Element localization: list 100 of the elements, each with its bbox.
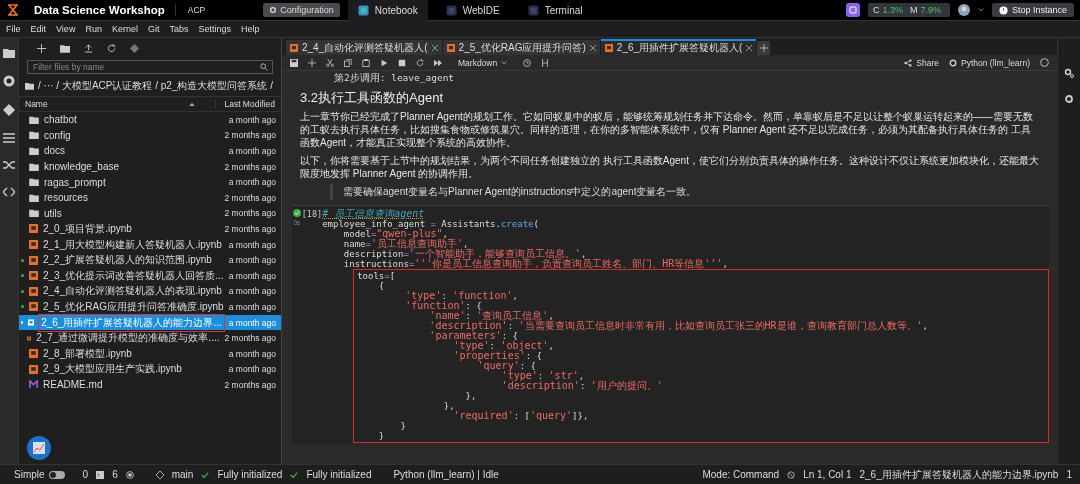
modified-time: a month ago — [228, 286, 276, 297]
code-line: 'type': 'object', — [453, 340, 555, 351]
cursor-position[interactable]: Ln 1, Col 1 — [803, 469, 852, 480]
file-row[interactable]: 2_3_优化提示词改善答疑机器人回答质... a month ago — [19, 267, 281, 284]
chart-button[interactable] — [27, 436, 51, 460]
code-icon[interactable] — [3, 187, 15, 197]
file-row[interactable]: docs a month ago — [19, 143, 281, 159]
file-row[interactable]: 2_8_部署模型.ipynb a month ago — [19, 345, 281, 362]
filter-field[interactable]: Filter files by name — [27, 60, 273, 74]
file-row[interactable]: chatbot a month ago — [19, 112, 281, 128]
new-tab-button[interactable] — [757, 41, 771, 55]
branch-name[interactable]: main — [171, 469, 194, 480]
cell-type-dropdown[interactable]: Markdown — [452, 56, 514, 69]
scissors-icon[interactable] — [326, 58, 334, 67]
file-name: docs — [44, 145, 67, 157]
terminal-icon[interactable] — [96, 470, 105, 479]
file-name: 2_8_部署模型.ipynb — [43, 346, 133, 361]
notebook-icon — [29, 364, 38, 374]
memory-value: 7.9% — [920, 5, 941, 15]
play-icon[interactable] — [380, 58, 388, 67]
menu-item[interactable]: View — [56, 24, 76, 34]
configuration-button[interactable]: Configuration — [263, 3, 340, 17]
save-icon[interactable] — [290, 58, 298, 67]
file-row[interactable]: README.md 2 months ago — [19, 377, 281, 393]
document-tab[interactable]: 2_6_用插件扩展答疑机器人( — [600, 39, 757, 55]
simple-mode-toggle[interactable] — [48, 470, 65, 479]
upload-icon[interactable] — [84, 44, 93, 53]
settings-icon[interactable] — [949, 58, 957, 67]
close-icon[interactable] — [589, 44, 596, 51]
menu-item[interactable]: Help — [241, 24, 260, 34]
kernel-icon[interactable] — [125, 470, 134, 479]
plus-icon[interactable] — [308, 58, 316, 67]
settings-icon[interactable] — [1064, 94, 1074, 104]
menu-item[interactable]: Edit — [30, 24, 47, 34]
folder-icon[interactable] — [25, 82, 34, 90]
close-icon[interactable] — [746, 45, 753, 51]
fast-forward-icon[interactable] — [434, 58, 442, 67]
app-title: Data Science Workshop — [34, 4, 176, 16]
menu-item[interactable]: Settings — [198, 24, 231, 34]
file-row[interactable]: 2_4_自动化评测答疑机器人的表现.ipynb a month ago — [19, 283, 281, 300]
modified-time: 2 months ago — [224, 379, 276, 390]
share-link[interactable]: Share — [916, 57, 939, 68]
section-heading: 3.2执行工具函数的Agent — [300, 89, 445, 107]
menu-item[interactable]: Kernel — [111, 24, 138, 34]
menu-item[interactable]: File — [6, 24, 21, 34]
paste-icon[interactable] — [362, 58, 370, 67]
new-folder-icon[interactable] — [60, 44, 70, 53]
file-row[interactable]: ragas_prompt a month ago — [19, 174, 281, 190]
file-row[interactable]: 2_1_用大模型构建新人答疑机器人.ipynb a month ago — [19, 236, 281, 253]
file-row[interactable]: 2_5_优化RAG应用提升问答准确度.ipynb a month ago — [19, 299, 281, 315]
code-line: 'query': { — [477, 360, 537, 371]
kernel-status[interactable]: Python (llm_learn) | Idle — [393, 469, 499, 480]
document-tab[interactable]: 2_5_优化RAG应用提升问答) — [442, 40, 600, 55]
robot-icon[interactable] — [845, 3, 860, 17]
breadcrumb-path[interactable]: / ··· / 大模型ACP认证教程 / p2_构造大模型问答系统 / — [38, 79, 274, 93]
name-column-header[interactable]: Name — [25, 99, 190, 109]
cpu-label: C — [872, 5, 880, 15]
copy-icon[interactable] — [344, 58, 352, 67]
stop-instance-button[interactable]: Stop Instance — [991, 3, 1074, 17]
refresh-icon[interactable] — [107, 44, 116, 53]
notification-count[interactable]: 1 — [1066, 469, 1072, 480]
avatar-icon[interactable] — [957, 4, 970, 16]
plus-icon[interactable] — [37, 44, 46, 53]
clock-icon[interactable] — [523, 58, 532, 67]
shuffle-icon[interactable] — [3, 160, 15, 170]
file-row[interactable]: knowledge_base 2 months ago — [19, 158, 281, 175]
bug-icon[interactable] — [787, 470, 796, 479]
file-row[interactable]: 2_2_扩展答疑机器人的知识范围.ipynb a month ago — [19, 252, 281, 268]
stop-icon[interactable] — [398, 58, 406, 67]
menu-item[interactable]: Run — [85, 24, 102, 34]
nav-tab[interactable]: WebIDE — [435, 0, 510, 21]
file-row[interactable]: resources 2 months ago — [19, 189, 281, 206]
restart-icon[interactable] — [416, 58, 424, 67]
code-line: 'description': '用户的提问。' — [500, 380, 664, 391]
app-icon — [527, 4, 539, 16]
menu-item[interactable]: Tabs — [169, 24, 189, 34]
file-row[interactable]: 2_0_项目背景.ipynb 2 months ago — [19, 221, 281, 237]
close-icon[interactable] — [431, 44, 438, 51]
chart-icon — [33, 442, 45, 454]
list-icon[interactable] — [3, 133, 15, 143]
document-tab[interactable]: 2_4_自动化评测答疑机器人( — [286, 40, 442, 55]
stop-circle-icon[interactable] — [3, 75, 15, 87]
file-row[interactable]: config 2 months ago — [19, 127, 281, 144]
nav-tab[interactable]: Terminal — [517, 0, 593, 21]
chevron-down-icon[interactable] — [977, 7, 984, 13]
file-row[interactable]: 2_9_大模型应用生产实践.ipynb a month ago — [19, 361, 281, 378]
code-line: instructions='''你是员工信息查询助手，负责查询员工姓名、部门、HR等信息''', — [342, 258, 729, 269]
current-file: 2_6_用插件扩展答疑机器人的能力边界.ipynb — [859, 467, 1059, 482]
git-icon[interactable] — [3, 104, 15, 116]
file-row[interactable]: 2_7_通过微调提升模型的准确度与效率.... 2 months ago — [19, 330, 281, 346]
file-row[interactable]: utils 2 months ago — [19, 205, 281, 222]
modified-time: a month ago — [228, 317, 276, 328]
code-cell[interactable] — [292, 204, 1049, 443]
modified-column-header[interactable]: Last Modified — [215, 99, 275, 109]
gears-icon[interactable] — [1064, 68, 1074, 78]
menu-item[interactable]: Git — [147, 24, 160, 34]
kernel-name[interactable]: Python (llm_learn) — [961, 57, 1030, 68]
folder-icon[interactable] — [3, 48, 15, 58]
nav-tab[interactable]: Notebook — [347, 0, 428, 21]
git-clone-icon[interactable] — [130, 44, 139, 53]
